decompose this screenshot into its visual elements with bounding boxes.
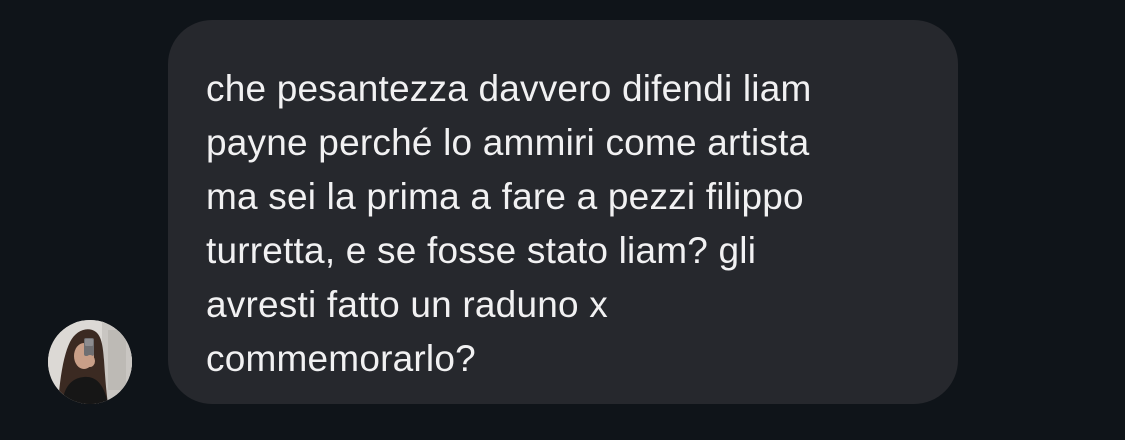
- profile-photo-icon: [48, 320, 132, 404]
- message-bubble[interactable]: che pesantezza davvero difendi liam payn…: [168, 20, 958, 404]
- message-line: turretta, e se fosse stato liam? gli: [206, 230, 757, 271]
- message-line: ma sei la prima a fare a pezzi filippo: [206, 176, 804, 217]
- sender-avatar[interactable]: [48, 320, 132, 404]
- message-line: payne perché lo ammiri come artista: [206, 122, 810, 163]
- message-line: commemorarlo?: [206, 338, 476, 379]
- message-line: che pesantezza davvero difendi liam: [206, 68, 812, 109]
- message-text: che pesantezza davvero difendi liam payn…: [206, 62, 928, 386]
- message-line: avresti fatto un raduno x: [206, 284, 608, 325]
